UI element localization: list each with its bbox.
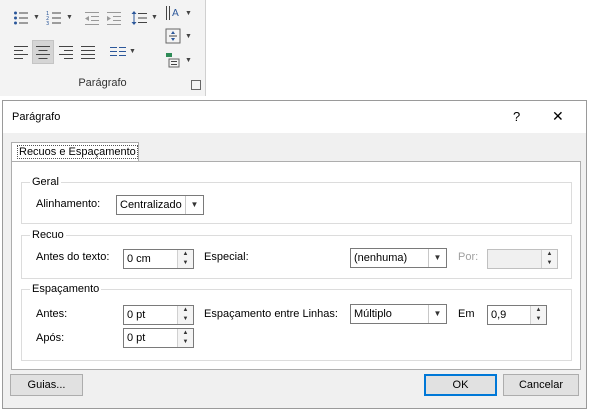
antes-label: Antes: (36, 308, 68, 320)
spin-down-icon[interactable]: ▼ (541, 259, 557, 268)
especial-value: (nenhuma) (354, 252, 408, 264)
em-label: Em (458, 308, 475, 320)
tab-panel: Geral Alinhamento: Centralizado ▼ Recuo … (11, 161, 581, 370)
guias-button[interactable]: Guias... (10, 374, 83, 396)
em-value: 0,9 (491, 309, 507, 321)
tab-label: Recuos e Espaçamento (17, 145, 138, 159)
help-button[interactable]: ? (513, 109, 520, 124)
apos-value: 0 pt (127, 332, 146, 344)
align-left-icon[interactable] (13, 44, 29, 60)
cancelar-button[interactable]: Cancelar (503, 374, 579, 396)
apos-label: Após: (36, 332, 65, 344)
close-icon[interactable]: ✕ (552, 108, 564, 125)
spin-down-icon[interactable]: ▼ (177, 259, 193, 268)
chevron-down-icon: ▼ (185, 196, 203, 214)
tab-recuos-e-espacamento[interactable]: Recuos e Espaçamento (11, 142, 139, 162)
line-spacing-dropdown-icon[interactable]: ▼ (151, 14, 158, 21)
antes-do-texto-spinner[interactable]: 0 cm ▲ ▼ (123, 249, 194, 269)
align-text-icon[interactable] (165, 28, 181, 44)
align-right-icon[interactable] (58, 44, 74, 60)
ribbon-group-label: Parágrafo (78, 77, 127, 89)
increase-indent-icon[interactable] (106, 10, 122, 26)
especial-select[interactable]: (nenhuma) ▼ (350, 248, 447, 268)
antes-value: 0 pt (127, 309, 146, 321)
spin-down-icon[interactable]: ▼ (530, 315, 546, 324)
numbering-dropdown-icon[interactable]: ▼ (66, 14, 73, 21)
align-center-icon (36, 46, 50, 59)
align-center-button[interactable] (32, 40, 54, 64)
alinhamento-select[interactable]: Centralizado ▼ (116, 195, 204, 215)
svg-text:A: A (172, 8, 179, 19)
columns-icon[interactable] (110, 44, 126, 60)
spin-down-icon[interactable]: ▼ (177, 315, 193, 324)
text-direction-icon[interactable]: A (165, 5, 181, 21)
group-geral-legend: Geral (30, 176, 61, 188)
justify-icon[interactable] (80, 44, 96, 60)
align-text-dropdown-icon[interactable]: ▼ (185, 33, 192, 40)
spin-down-icon[interactable]: ▼ (177, 338, 193, 347)
decrease-indent-icon[interactable] (84, 10, 100, 26)
numbering-icon[interactable]: 123 (46, 10, 62, 26)
text-direction-dropdown-icon[interactable]: ▼ (185, 10, 192, 17)
em-spinner[interactable]: 0,9 ▲ ▼ (487, 305, 547, 325)
chevron-down-icon: ▼ (428, 249, 446, 267)
chevron-down-icon: ▼ (428, 305, 446, 323)
bullets-dropdown-icon[interactable]: ▼ (33, 14, 40, 21)
entre-linhas-value: Múltiplo (354, 308, 392, 320)
alinhamento-label: Alinhamento: (36, 198, 101, 210)
por-label: Por: (458, 251, 479, 263)
antes-spinner[interactable]: 0 pt ▲ ▼ (123, 305, 194, 325)
dialog-launcher-icon[interactable] (191, 80, 201, 90)
paragraph-dialog: Parágrafo ? ✕ Recuos e Espaçamento Geral… (2, 100, 587, 409)
dialog-titlebar: Parágrafo ? ✕ (3, 101, 586, 133)
group-espacamento (21, 289, 572, 361)
alinhamento-value: Centralizado (120, 199, 182, 211)
bullets-icon[interactable] (13, 10, 29, 26)
apos-spinner[interactable]: 0 pt ▲ ▼ (123, 328, 194, 348)
group-geral (21, 182, 572, 224)
antes-do-texto-value: 0 cm (127, 253, 151, 265)
line-spacing-icon[interactable] (131, 10, 147, 26)
ok-button[interactable]: OK (424, 374, 497, 396)
svg-text:3: 3 (46, 21, 49, 26)
entre-linhas-label: Espaçamento entre Linhas: (204, 308, 338, 320)
dialog-title: Parágrafo (12, 111, 61, 123)
antes-do-texto-label: Antes do texto: (36, 251, 110, 263)
columns-dropdown-icon[interactable]: ▼ (129, 48, 136, 55)
group-espacamento-legend: Espaçamento (30, 283, 102, 295)
entre-linhas-select[interactable]: Múltiplo ▼ (350, 304, 447, 324)
especial-label: Especial: (204, 251, 249, 263)
group-recuo-legend: Recuo (30, 229, 66, 241)
convert-to-smartart-icon[interactable] (165, 52, 181, 68)
smartart-dropdown-icon[interactable]: ▼ (185, 57, 192, 64)
ribbon-paragraph-group: ▼ 123 ▼ ▼ A ▼ ▼ ▼ ▼ Parágrafo (0, 0, 206, 96)
por-spinner[interactable]: ▲ ▼ (487, 249, 558, 269)
